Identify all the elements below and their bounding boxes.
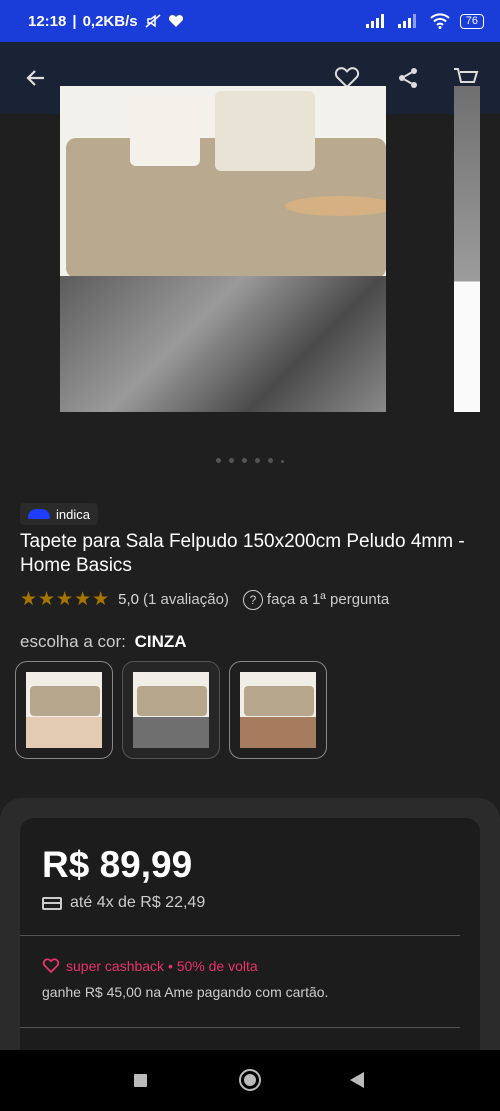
next-product-image[interactable] bbox=[454, 86, 480, 412]
brand-logo-icon bbox=[28, 509, 50, 519]
color-swatch-cinza[interactable] bbox=[122, 661, 220, 759]
product-title: Tapete para Sala Felpudo 150x200cm Pelud… bbox=[20, 531, 465, 576]
rating-count[interactable]: (1 avaliação) bbox=[143, 591, 229, 608]
system-nav-bar bbox=[0, 1050, 500, 1111]
color-label: escolha a cor: CINZA bbox=[20, 632, 187, 652]
installments: até 4x de R$ 22,49 bbox=[42, 894, 205, 912]
heart-status-icon bbox=[168, 14, 183, 27]
mute-icon bbox=[145, 14, 161, 28]
indica-badge: indica bbox=[20, 503, 98, 525]
pagination-dot bbox=[281, 460, 284, 463]
divider bbox=[20, 1027, 460, 1028]
ask-question-link[interactable]: faça a 1ª pergunta bbox=[267, 591, 389, 608]
divider bbox=[20, 935, 460, 936]
rating-value: 5,0 bbox=[118, 591, 140, 608]
product-image[interactable] bbox=[60, 86, 386, 412]
signal-icon bbox=[365, 14, 384, 28]
color-prompt: escolha a cor: bbox=[20, 632, 126, 651]
pagination-dot bbox=[255, 458, 260, 463]
price-value: R$ 89,99 bbox=[42, 844, 193, 885]
swatch-image bbox=[26, 672, 102, 748]
price-card: R$ 89,99 até 4x de R$ 22,49 super cashba… bbox=[20, 818, 480, 1058]
battery-indicator: 76 bbox=[459, 13, 484, 29]
gallery-pagination bbox=[0, 450, 500, 468]
heart-outline-icon bbox=[42, 958, 60, 974]
status-time: 12:18 bbox=[28, 12, 67, 30]
pagination-dot bbox=[268, 458, 273, 463]
pagination-dot bbox=[229, 458, 234, 463]
status-bar: 12:18 | 0,2KB/s 76 bbox=[0, 0, 500, 42]
cashback-note: ganhe R$ 45,00 na Ame pagando com cartão… bbox=[42, 984, 329, 1000]
pagination-dot bbox=[242, 458, 247, 463]
swatch-image bbox=[133, 672, 209, 748]
question-icon: ? bbox=[242, 589, 263, 610]
signal-2-icon bbox=[397, 14, 416, 28]
pagination-dot bbox=[216, 458, 221, 463]
installments-text: até 4x de R$ 22,49 bbox=[70, 894, 206, 911]
home-button[interactable] bbox=[239, 1069, 261, 1091]
credit-card-icon bbox=[42, 896, 62, 910]
cashback-row[interactable]: super cashback • 50% de volta bbox=[42, 958, 258, 974]
product-gallery[interactable] bbox=[0, 86, 500, 416]
swatch-image bbox=[240, 672, 316, 748]
system-back-button[interactable] bbox=[350, 1072, 364, 1088]
selected-color: CINZA bbox=[134, 632, 187, 651]
badge-label: indica bbox=[56, 506, 90, 522]
wifi-icon bbox=[430, 13, 450, 29]
status-speed: 0,2KB/s bbox=[82, 12, 138, 30]
star-rating-icon: ★★★★★ bbox=[20, 589, 111, 610]
color-swatch-bege[interactable] bbox=[15, 661, 113, 759]
cashback-text: super cashback • 50% de volta bbox=[66, 958, 258, 974]
recent-apps-button[interactable] bbox=[134, 1074, 147, 1087]
rating-row: ★★★★★ 5,0 (1 avaliação) ? faça a 1ª perg… bbox=[20, 588, 389, 611]
color-swatch-marrom[interactable] bbox=[229, 661, 327, 759]
